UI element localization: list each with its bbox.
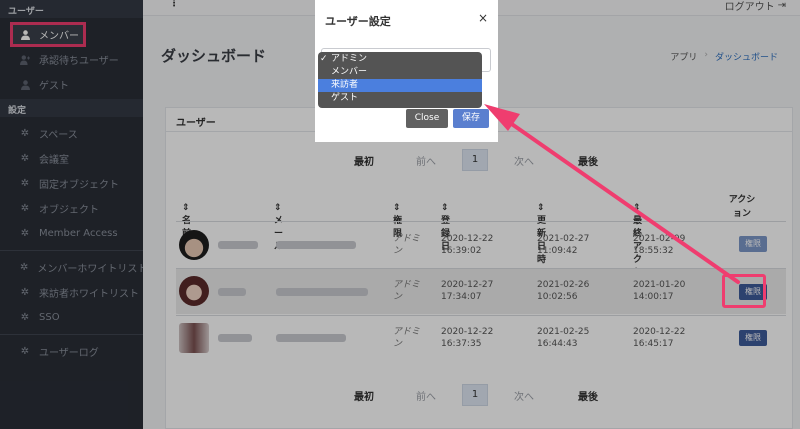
- dropdown-option-guest[interactable]: ゲスト: [318, 92, 482, 105]
- highlight-box-permission: [722, 274, 766, 308]
- save-button[interactable]: 保存: [453, 109, 489, 128]
- dropdown-option-admin[interactable]: ✓ アドミン: [318, 53, 482, 66]
- dropdown-option-visitor[interactable]: 来訪者: [318, 79, 482, 92]
- close-icon[interactable]: ×: [478, 11, 488, 25]
- check-icon: ✓: [320, 54, 328, 64]
- modal-title: ユーザー設定: [325, 15, 391, 28]
- role-dropdown: ✓ アドミン メンバー 来訪者 ゲスト: [318, 52, 482, 108]
- close-button[interactable]: Close: [406, 109, 448, 128]
- dropdown-option-member[interactable]: メンバー: [318, 66, 482, 79]
